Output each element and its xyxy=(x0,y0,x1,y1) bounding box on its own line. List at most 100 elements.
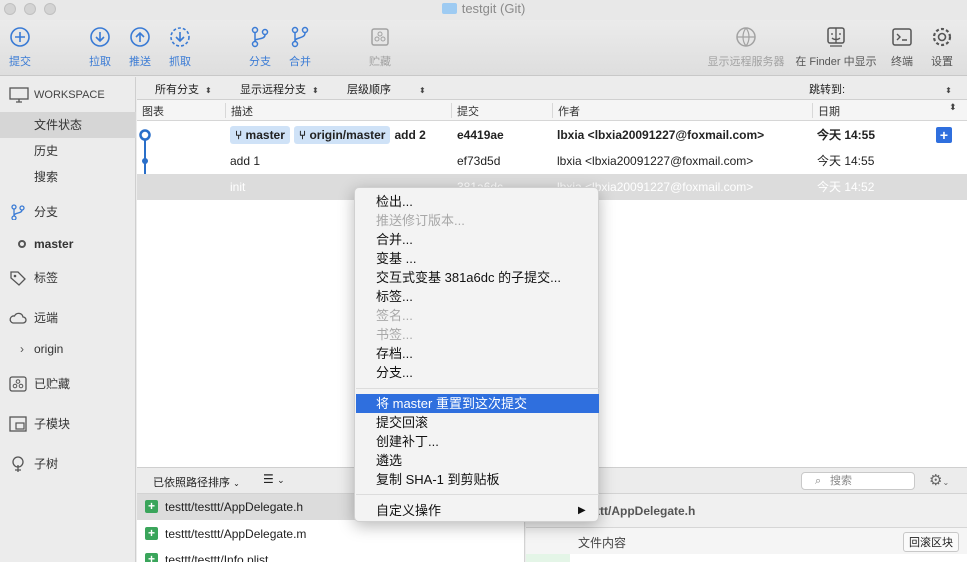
commit-row[interactable]: add 1 ef73d5d lbxia <lbxia20091227@foxma… xyxy=(137,148,967,174)
toolbar: 提交 拉取 推送 抓取 分支 合并 贮藏 显示远程服务器 在 Finder 中显… xyxy=(0,20,967,76)
sidebar-workspace-header: WORKSPACE xyxy=(0,82,136,108)
tree-icon xyxy=(12,456,24,472)
column-graph[interactable]: 图表 xyxy=(137,103,164,118)
menu-item-checkout[interactable]: 检出... xyxy=(356,192,599,211)
show-in-finder-button[interactable]: 在 Finder 中显示 xyxy=(789,25,883,69)
plus-circle-icon xyxy=(10,27,30,47)
settings-button[interactable]: 设置 xyxy=(917,25,967,69)
commit-author: lbxia <lbxia20091227@foxmail.com> xyxy=(557,154,754,168)
menu-item-push-revision: 推送修订版本... xyxy=(376,213,465,228)
menu-item-bookmark: 书签... xyxy=(376,327,413,342)
cloud-icon xyxy=(9,312,27,324)
list-icon: ☰ xyxy=(263,472,274,486)
chevron-right-icon: › xyxy=(20,342,24,356)
menu-item-branch[interactable]: 分支... xyxy=(356,363,599,382)
menu-item-sign: 签名... xyxy=(376,308,413,323)
commit-date: 今天 14:52 xyxy=(817,180,875,194)
stash-icon xyxy=(9,376,27,392)
add-icon[interactable]: + xyxy=(936,127,952,143)
added-file-icon: + xyxy=(145,500,158,513)
sidebar-item-master[interactable]: master xyxy=(0,231,136,257)
remote-filter-select[interactable]: 显示远程分支 ⬍ xyxy=(240,81,319,97)
branch-icon xyxy=(251,26,269,48)
sidebar-section-remotes[interactable]: 远端 xyxy=(0,305,136,331)
commit-button[interactable]: 提交 xyxy=(0,25,45,69)
menu-item-cherry-pick[interactable]: 遴选 xyxy=(356,451,599,470)
sidebar-item-search[interactable]: 搜索 xyxy=(0,164,136,190)
commit-date: 今天 14:55 xyxy=(817,154,875,168)
sidebar-item-history[interactable]: 历史 xyxy=(0,138,136,164)
submenu-arrow-icon: ▶ xyxy=(578,505,586,516)
branch-icon xyxy=(11,204,25,220)
menu-item-tag[interactable]: 标签... xyxy=(356,287,599,306)
merge-button[interactable]: 合并 xyxy=(275,25,325,69)
commit-hash: e4419ae xyxy=(457,128,504,142)
tag-icon xyxy=(10,271,26,286)
diff-file-name: ttt/AppDelegate.h xyxy=(596,504,696,518)
file-row[interactable]: + testtt/testtt/AppDelegate.m xyxy=(137,521,525,547)
remote-branch-tag: ⑂ origin/master xyxy=(293,126,391,144)
menu-item-reset-master[interactable]: 将 master 重置到这次提交 xyxy=(356,394,599,413)
show-remote-button[interactable]: 显示远程服务器 xyxy=(700,25,792,69)
commit-description: ⑂ master ⑂ origin/master add 2 xyxy=(230,122,426,148)
branch-tag: ⑂ master xyxy=(230,126,290,144)
jump-to-select[interactable]: 跳转到: ⬍ xyxy=(809,81,952,97)
column-description[interactable]: 描述 xyxy=(225,103,253,118)
submodule-icon xyxy=(9,416,27,432)
column-author[interactable]: 作者 xyxy=(552,103,580,118)
updown-icon: ⬍ xyxy=(945,86,952,95)
sidebar-section-subtrees[interactable]: 子树 xyxy=(0,451,136,477)
menu-item-merge[interactable]: 合并... xyxy=(356,230,599,249)
sidebar-section-tags[interactable]: 标签 xyxy=(0,265,136,291)
merge-icon xyxy=(291,26,309,48)
column-date[interactable]: 日期 xyxy=(812,103,840,118)
fetch-button[interactable]: 抓取 xyxy=(155,25,205,69)
stash-button[interactable]: 贮藏 xyxy=(355,25,405,69)
column-commit[interactable]: 提交 xyxy=(451,103,479,118)
updown-icon: ⬍ xyxy=(419,86,426,95)
column-options-icon[interactable]: ⬍ xyxy=(949,102,957,113)
sidebar-section-submodules[interactable]: 子模块 xyxy=(0,411,136,437)
title-bar: testgit (Git) xyxy=(0,0,967,20)
updown-icon: ⬍ xyxy=(312,86,319,95)
search-input[interactable]: ⌕ 搜索 xyxy=(801,472,915,490)
menu-item-archive[interactable]: 存档... xyxy=(356,344,599,363)
commit-hash: ef73d5d xyxy=(457,154,501,168)
arrow-up-circle-icon xyxy=(130,27,150,47)
commit-description: init xyxy=(230,180,246,194)
menu-item-custom-actions[interactable]: 自定义操作 ▶ xyxy=(356,501,599,520)
revert-hunk-button[interactable]: 回滚区块 xyxy=(903,532,959,552)
added-file-icon: + xyxy=(145,527,158,540)
sidebar-item-file-status[interactable]: 文件状态 xyxy=(0,112,136,138)
updown-icon: ⬍ xyxy=(205,86,212,95)
gear-icon[interactable]: ⚙⌄ xyxy=(929,471,949,489)
menu-item-interactive-rebase[interactable]: 交互式变基 381a6dc 的子提交... xyxy=(356,268,599,287)
menu-item-rebase[interactable]: 变基 ... xyxy=(356,249,599,268)
finder-icon xyxy=(827,27,845,47)
globe-icon xyxy=(736,27,756,47)
order-select[interactable]: 层级顺序 ⬍ xyxy=(347,81,426,97)
terminal-icon xyxy=(892,28,912,46)
current-branch-icon xyxy=(18,240,26,248)
sidebar-item-origin[interactable]: › origin xyxy=(0,336,136,362)
sidebar-section-branches[interactable]: 分支 xyxy=(0,199,136,225)
view-mode-select[interactable]: ☰ ⌄ xyxy=(263,472,285,486)
commit-row[interactable]: ⑂ master ⑂ origin/master add 2 e4419ae lbx… xyxy=(137,122,967,148)
context-menu: 检出... 推送修订版本... 合并... 变基 ... 交互式变基 381a6… xyxy=(354,187,599,522)
sort-select[interactable]: 已依照路径排序 ⌄ xyxy=(153,474,240,490)
file-row[interactable]: + testtt/testtt/Info.plist xyxy=(137,547,525,562)
menu-separator xyxy=(356,494,599,495)
gear-icon xyxy=(932,27,952,47)
branch-filter-select[interactable]: 所有分支 ⬍ xyxy=(155,81,212,97)
added-file-icon: + xyxy=(145,553,158,562)
window-title: testgit (Git) xyxy=(0,1,967,16)
sidebar-section-stashes[interactable]: 已贮藏 xyxy=(0,371,136,397)
commit-table-header: 图表 描述 提交 作者 日期 ⬍ xyxy=(137,100,967,121)
chevron-down-icon: ⌄ xyxy=(277,475,285,485)
diff-content xyxy=(526,554,967,562)
menu-item-copy-sha[interactable]: 复制 SHA-1 到剪贴板 xyxy=(356,470,599,489)
search-icon: ⌕ xyxy=(815,475,822,487)
menu-item-create-patch[interactable]: 创建补丁... xyxy=(356,432,599,451)
menu-item-revert-commit[interactable]: 提交回滚 xyxy=(356,413,599,432)
commit-description: add 1 xyxy=(230,154,261,168)
